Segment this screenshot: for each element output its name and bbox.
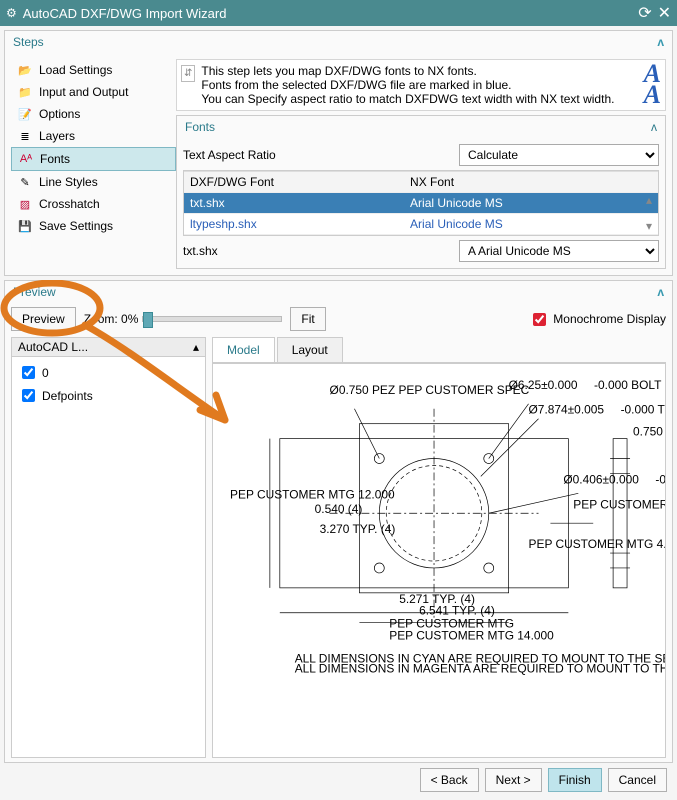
fonts-icon: Aᴬ	[18, 151, 34, 167]
step-crosshatch[interactable]: ▨Crosshatch	[11, 193, 176, 215]
info-line: Fonts from the selected DXF/DWG file are…	[201, 78, 631, 92]
svg-text:PEP CUSTOMER MTG 4.501: PEP CUSTOMER MTG 4.501	[529, 537, 665, 551]
nx-font-select[interactable]: A Arial Unicode MS	[459, 240, 659, 262]
undo-icon[interactable]: ⟳	[638, 3, 651, 23]
sort-icon[interactable]: ▴	[193, 340, 199, 354]
svg-text:3.270 TYP. (4): 3.270 TYP. (4)	[320, 522, 396, 536]
steps-panel: Steps ʌ 📂Load Settings 📁Input and Output…	[4, 30, 673, 276]
svg-text:ALL DIMENSIONS IN MAGENTA ARE: ALL DIMENSIONS IN MAGENTA ARE REQUIRED T…	[295, 661, 665, 675]
fonts-group-header[interactable]: Fonts ʌ	[177, 116, 665, 138]
crosshatch-icon: ▨	[17, 196, 33, 212]
window-title: AutoCAD DXF/DWG Import Wizard	[23, 6, 632, 21]
step-options[interactable]: 📝Options	[11, 103, 176, 125]
svg-text:Ø0.406±0.000 -0.000 (4) PL: Ø0.406±0.000 -0.000 (4) PLACES	[563, 472, 665, 486]
preview-header-label: Preview	[13, 285, 56, 299]
preview-panel: Preview ʌ Preview Zoom: 0% Fit Monochrom…	[4, 280, 673, 763]
scrollbar[interactable]: ▴▾	[646, 193, 656, 233]
cancel-button[interactable]: Cancel	[608, 768, 667, 792]
preview-button[interactable]: Preview	[11, 307, 76, 331]
layer-panel: AutoCAD L... ▴ 0 Defpoints	[11, 337, 206, 758]
tab-model[interactable]: Model	[212, 337, 275, 362]
svg-text:Ø7.874±0.005 -0.000 THRU: Ø7.874±0.005 -0.000 THRU	[529, 403, 665, 417]
tab-layout[interactable]: Layout	[277, 337, 343, 362]
title-bar: ⚙ AutoCAD DXF/DWG Import Wizard ⟳ ✕	[0, 0, 677, 26]
pencil-icon: ✎	[17, 174, 33, 190]
font-row[interactable]: ltypeshp.shxArial Unicode MS	[184, 214, 658, 235]
svg-text:PEP CUSTOMER MTG 0.000 THRU (4: PEP CUSTOMER MTG 0.000 THRU (4) PLACES	[573, 497, 665, 511]
save-icon: 💾	[17, 218, 33, 234]
finish-button[interactable]: Finish	[548, 768, 602, 792]
zoom-label: Zoom: 0%	[84, 312, 139, 326]
current-dxf-font: txt.shx	[183, 244, 453, 258]
font-row[interactable]: txt.shxArial Unicode MS	[184, 193, 658, 214]
chevron-up-icon: ʌ	[657, 35, 664, 49]
step-save-settings[interactable]: 💾Save Settings	[11, 215, 176, 237]
back-button[interactable]: < Back	[420, 768, 479, 792]
svg-text:PEP CUSTOMER MTG 12.000: PEP CUSTOMER MTG 12.000	[230, 487, 395, 501]
svg-text:Ø0.750 PEZ PEP CUSTOMER SPEC: Ø0.750 PEZ PEP CUSTOMER SPEC	[330, 383, 530, 397]
aspect-ratio-select[interactable]: Calculate	[459, 144, 659, 166]
layer-item[interactable]: 0	[16, 361, 201, 384]
drawing-svg: Ø0.750 PEZ PEP CUSTOMER SPEC Ø6.25±0.000…	[213, 364, 665, 757]
layers-icon: ≣	[17, 128, 33, 144]
hint-icon: ⇵	[181, 65, 195, 82]
step-fonts[interactable]: AᴬFonts	[11, 147, 176, 171]
col-dxf-font[interactable]: DXF/DWG Font	[184, 172, 404, 193]
options-icon: 📝	[17, 106, 33, 122]
steps-header-label: Steps	[13, 35, 44, 49]
step-info: ⇵ This step lets you map DXF/DWG fonts t…	[176, 59, 666, 111]
info-line: This step lets you map DXF/DWG fonts to …	[201, 64, 631, 78]
steps-list: 📂Load Settings 📁Input and Output 📝Option…	[11, 59, 176, 269]
chevron-up-icon: ʌ	[657, 285, 664, 299]
svg-text:Ø6.25±0.000 -0.000 BOLT CI: Ø6.25±0.000 -0.000 BOLT CIRCLE	[509, 378, 665, 392]
layer-item[interactable]: Defpoints	[16, 384, 201, 407]
step-line-styles[interactable]: ✎Line Styles	[11, 171, 176, 193]
preview-canvas[interactable]: Ø0.750 PEZ PEP CUSTOMER SPEC Ø6.25±0.000…	[212, 363, 666, 758]
preview-header[interactable]: Preview ʌ	[5, 281, 672, 303]
chevron-up-icon: ʌ	[651, 120, 657, 134]
close-icon[interactable]: ✕	[658, 3, 671, 23]
step-load-settings[interactable]: 📂Load Settings	[11, 59, 176, 81]
wizard-footer: < Back Next > Finish Cancel	[420, 768, 667, 792]
svg-text:0.540 (4): 0.540 (4)	[315, 502, 363, 516]
font-preview-icon: A A	[637, 64, 661, 106]
aspect-ratio-label: Text Aspect Ratio	[183, 148, 453, 162]
step-input-output[interactable]: 📁Input and Output	[11, 81, 176, 103]
svg-text:6.541 TYP. (4): 6.541 TYP. (4)	[419, 604, 495, 618]
col-nx-font[interactable]: NX Font	[404, 172, 644, 193]
next-button[interactable]: Next >	[485, 768, 542, 792]
fit-button[interactable]: Fit	[290, 307, 325, 331]
info-line: You can Specify aspect ratio to match DX…	[201, 92, 631, 106]
wrench-icon: 📂	[17, 62, 33, 78]
steps-header[interactable]: Steps ʌ	[5, 31, 672, 53]
monochrome-checkbox[interactable]: Monochrome Display	[529, 310, 666, 329]
gear-icon: ⚙	[6, 6, 17, 20]
zoom-slider[interactable]	[142, 316, 282, 322]
font-map-table[interactable]: DXF/DWG FontNX Font txt.shxArial Unicode…	[183, 170, 659, 236]
layer-panel-header[interactable]: AutoCAD L... ▴	[12, 338, 205, 357]
svg-text:PEP CUSTOMER MTG 14.000: PEP CUSTOMER MTG 14.000	[389, 629, 554, 643]
folder-icon: 📁	[17, 84, 33, 100]
fonts-group: Fonts ʌ Text Aspect Ratio Calculate DXF/…	[176, 115, 666, 269]
svg-text:0.750: 0.750	[633, 425, 663, 439]
step-layers[interactable]: ≣Layers	[11, 125, 176, 147]
